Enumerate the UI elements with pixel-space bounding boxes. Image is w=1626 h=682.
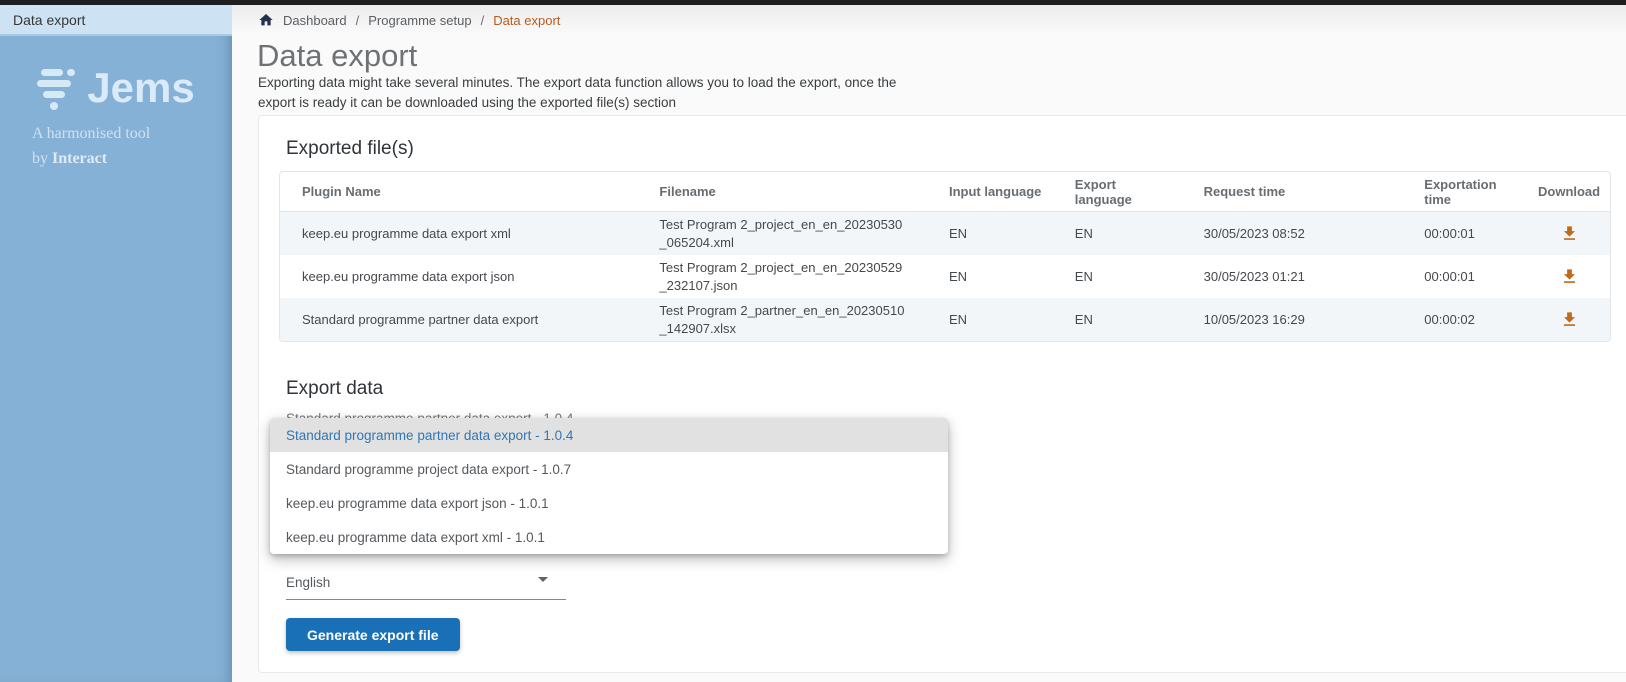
cell-exportation-time: 00:00:01 — [1402, 255, 1528, 298]
breadcrumb-separator: / — [356, 13, 360, 28]
dropdown-option[interactable]: keep.eu programme data export xml - 1.0.… — [270, 520, 948, 554]
jems-logo-text: Jems — [87, 64, 194, 112]
generate-export-file-button[interactable]: Generate export file — [286, 618, 460, 651]
cell-plugin-name: keep.eu programme data export json — [280, 255, 637, 298]
home-icon[interactable] — [258, 12, 274, 28]
jems-logo[interactable]: Jems — [0, 64, 232, 112]
cell-download — [1528, 255, 1610, 298]
exported-files-table: Plugin NameFilenameInput languageExport … — [279, 171, 1611, 342]
breadcrumb-item-data-export[interactable]: Data export — [493, 13, 560, 28]
table-row: Standard programme partner data exportTe… — [280, 298, 1610, 341]
cell-filename: Test Program 2_project_en_en_20230530_06… — [637, 212, 927, 255]
cell-input-language: EN — [927, 255, 1053, 298]
export-language-select[interactable]: English — [286, 569, 566, 600]
table-row: keep.eu programme data export xmlTest Pr… — [280, 212, 1610, 255]
exported-files-heading: Exported file(s) — [286, 138, 414, 160]
cell-download — [1528, 298, 1610, 341]
caret-down-icon — [538, 577, 548, 582]
top-bar: Dashboard / Programme setup / Data export — [232, 5, 1626, 35]
cell-request-time: 10/05/2023 16:29 — [1182, 298, 1403, 341]
column-header-export-language: Export language — [1053, 172, 1182, 211]
plugin-select-dropdown: Standard programme partner data export -… — [270, 418, 948, 554]
page-title: Data export — [257, 38, 417, 74]
cell-plugin-name: keep.eu programme data export xml — [280, 212, 637, 255]
content-card: Exported file(s) Plugin NameFilenameInpu… — [258, 115, 1626, 673]
cell-plugin-name: Standard programme partner data export — [280, 298, 637, 341]
cell-filename: Test Program 2_project_en_en_20230529_23… — [637, 255, 927, 298]
tagline-line1: A harmonised tool — [32, 125, 150, 142]
dropdown-option[interactable]: Standard programme partner data export -… — [270, 418, 948, 452]
breadcrumb-item-dashboard[interactable]: Dashboard — [283, 13, 347, 28]
logo-tagline: A harmonised tool by Interact — [0, 122, 232, 172]
cell-download — [1528, 212, 1610, 255]
breadcrumb-item-programme-setup[interactable]: Programme setup — [368, 13, 471, 28]
cell-request-time: 30/05/2023 08:52 — [1182, 212, 1403, 255]
tagline-line2-prefix: by — [32, 150, 52, 167]
download-icon[interactable] — [1560, 267, 1579, 286]
column-header-exportation-time: Exportation time — [1402, 172, 1528, 211]
cell-filename: Test Program 2_partner_en_en_20230510_14… — [637, 298, 927, 341]
sidebar: Data export Jems A harmonised tool by In… — [0, 5, 232, 682]
download-icon[interactable] — [1560, 224, 1579, 243]
breadcrumb: Dashboard / Programme setup / Data export — [258, 5, 560, 35]
cell-exportation-time: 00:00:02 — [1402, 298, 1528, 341]
tagline-line2-brand: Interact — [52, 150, 107, 167]
cell-export-language: EN — [1053, 212, 1182, 255]
column-header-filename: Filename — [637, 172, 927, 211]
cell-export-language: EN — [1053, 255, 1182, 298]
column-header-input-language: Input language — [927, 172, 1053, 211]
page-description: Exporting data might take several minute… — [258, 73, 926, 112]
export-data-heading: Export data — [286, 378, 383, 400]
table-header-row: Plugin NameFilenameInput languageExport … — [280, 172, 1610, 212]
app-window: Data export Jems A harmonised tool by In… — [0, 0, 1626, 682]
cell-exportation-time: 00:00:01 — [1402, 212, 1528, 255]
cell-request-time: 30/05/2023 01:21 — [1182, 255, 1403, 298]
breadcrumb-separator: / — [481, 13, 485, 28]
dropdown-option[interactable]: Standard programme project data export -… — [270, 452, 948, 486]
cell-export-language: EN — [1053, 298, 1182, 341]
column-header-download: Download — [1528, 172, 1610, 211]
cell-input-language: EN — [927, 298, 1053, 341]
dropdown-option[interactable]: keep.eu programme data export json - 1.0… — [270, 486, 948, 520]
cell-input-language: EN — [927, 212, 1053, 255]
column-header-request-time: Request time — [1182, 172, 1403, 211]
download-icon[interactable] — [1560, 310, 1579, 329]
column-header-plugin-name: Plugin Name — [280, 172, 637, 211]
jems-logo-icon — [37, 65, 77, 111]
export-language-value: English — [286, 575, 330, 590]
table-row: keep.eu programme data export jsonTest P… — [280, 255, 1610, 298]
sidebar-section-header[interactable]: Data export — [0, 5, 232, 36]
